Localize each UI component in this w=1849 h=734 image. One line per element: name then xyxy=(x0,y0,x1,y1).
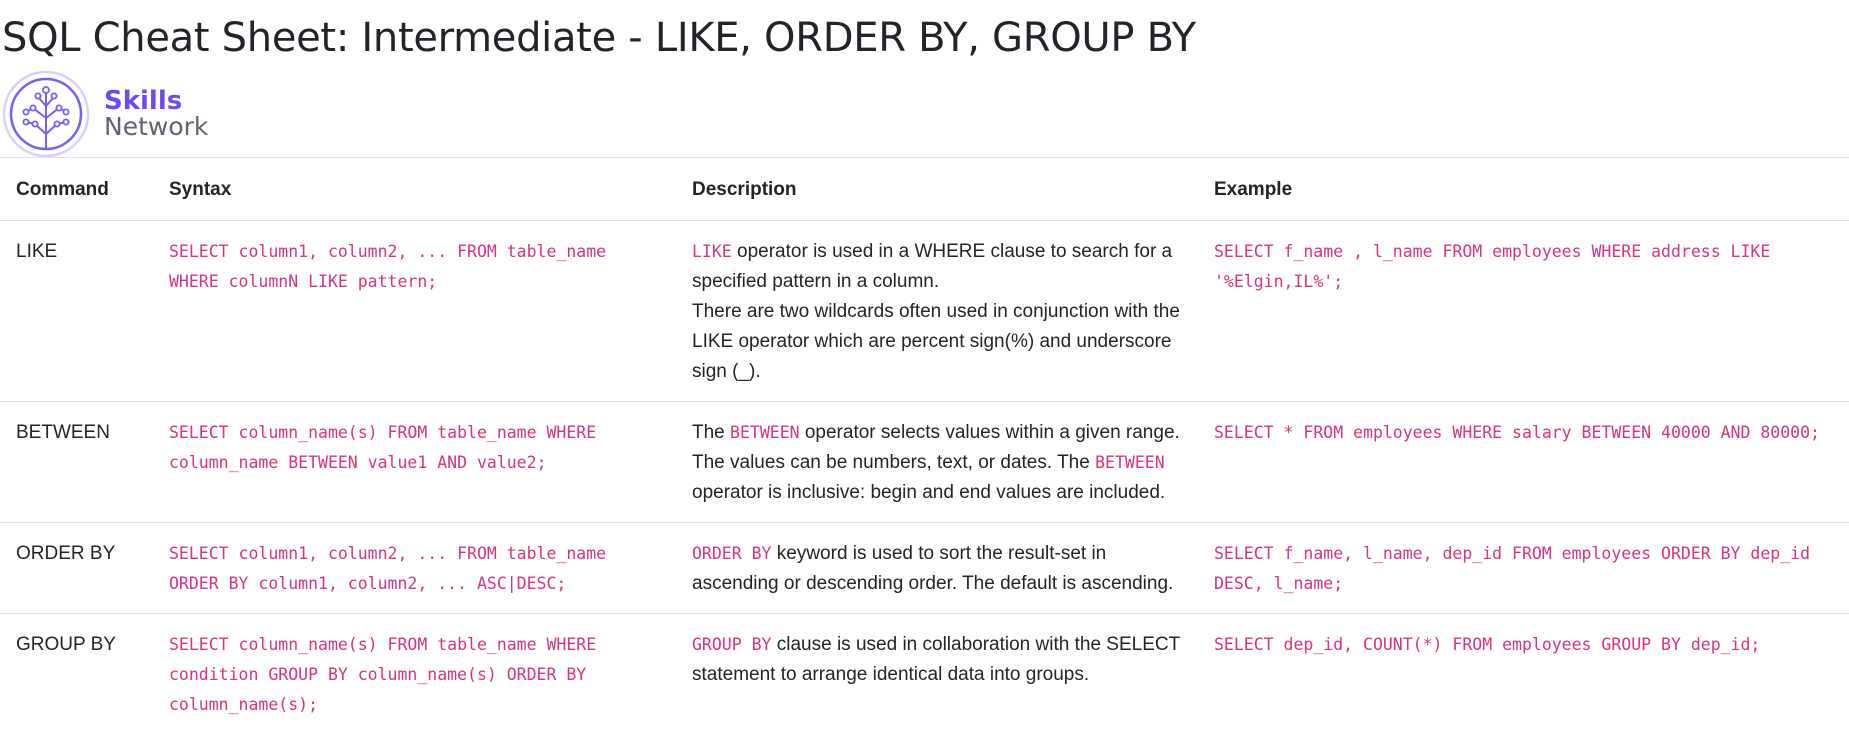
description-keyword: BETWEEN xyxy=(730,423,800,442)
brand-text: Skills Network xyxy=(104,88,208,140)
command-cell: LIKE xyxy=(0,221,153,402)
description-cell: ORDER BY keyword is used to sort the res… xyxy=(676,523,1198,614)
brand-name-line1: Skills xyxy=(104,88,208,114)
syntax-code: SELECT column_name(s) FROM table_name WH… xyxy=(169,423,596,472)
syntax-cell: SELECT column1, column2, ... FROM table_… xyxy=(153,523,676,614)
syntax-code: SELECT column1, column2, ... FROM table_… xyxy=(169,544,606,593)
description-text: The xyxy=(692,422,730,443)
description-keyword: ORDER BY xyxy=(692,544,771,563)
brand[interactable]: Skills Network xyxy=(2,70,208,158)
page-title: SQL Cheat Sheet: Intermediate - LIKE, OR… xyxy=(2,8,1196,68)
table-row: GROUP BY SELECT column_name(s) FROM tabl… xyxy=(0,614,1849,734)
description-cell: LIKE operator is used in a WHERE clause … xyxy=(676,221,1198,402)
table-header-row: Command Syntax Description Example xyxy=(0,158,1849,221)
example-cell: SELECT f_name, l_name, dep_id FROM emplo… xyxy=(1198,523,1849,614)
description-cell: GROUP BY clause is used in collaboration… xyxy=(676,614,1198,734)
syntax-code: SELECT column1, column2, ... FROM table_… xyxy=(169,242,606,291)
command-cell: GROUP BY xyxy=(0,614,153,734)
command-cell: ORDER BY xyxy=(0,523,153,614)
header-example: Example xyxy=(1198,158,1849,221)
table-row: BETWEEN SELECT column_name(s) FROM table… xyxy=(0,402,1849,523)
header-syntax: Syntax xyxy=(153,158,676,221)
description-text: operator is used in a WHERE clause to se… xyxy=(692,241,1172,292)
syntax-cell: SELECT column_name(s) FROM table_name WH… xyxy=(153,402,676,523)
header-command: Command xyxy=(0,158,153,221)
cheat-sheet-table: Command Syntax Description Example LIKE … xyxy=(0,157,1849,734)
command-cell: BETWEEN xyxy=(0,402,153,523)
example-code: SELECT dep_id, COUNT(*) FROM employees G… xyxy=(1214,635,1760,654)
description-keyword: GROUP BY xyxy=(692,635,771,654)
description-text: There are two wildcards often used in co… xyxy=(692,301,1180,382)
example-code: SELECT f_name, l_name, dep_id FROM emplo… xyxy=(1214,544,1810,593)
table-row: LIKE SELECT column1, column2, ... FROM t… xyxy=(0,221,1849,402)
table-row: ORDER BY SELECT column1, column2, ... FR… xyxy=(0,523,1849,614)
example-code: SELECT f_name , l_name FROM employees WH… xyxy=(1214,242,1770,291)
description-text: operator is inclusive: begin and end val… xyxy=(692,482,1165,503)
description-keyword: BETWEEN xyxy=(1095,453,1165,472)
brand-name-line2: Network xyxy=(104,114,208,140)
example-cell: SELECT dep_id, COUNT(*) FROM employees G… xyxy=(1198,614,1849,734)
header-description: Description xyxy=(676,158,1198,221)
syntax-cell: SELECT column1, column2, ... FROM table_… xyxy=(153,221,676,402)
example-cell: SELECT * FROM employees WHERE salary BET… xyxy=(1198,402,1849,523)
skills-network-logo-icon xyxy=(2,70,90,158)
description-keyword: LIKE xyxy=(692,242,732,261)
description-cell: The BETWEEN operator selects values with… xyxy=(676,402,1198,523)
example-cell: SELECT f_name , l_name FROM employees WH… xyxy=(1198,221,1849,402)
example-code: SELECT * FROM employees WHERE salary BET… xyxy=(1214,423,1820,442)
syntax-cell: SELECT column_name(s) FROM table_name WH… xyxy=(153,614,676,734)
syntax-code: SELECT column_name(s) FROM table_name WH… xyxy=(169,635,596,714)
